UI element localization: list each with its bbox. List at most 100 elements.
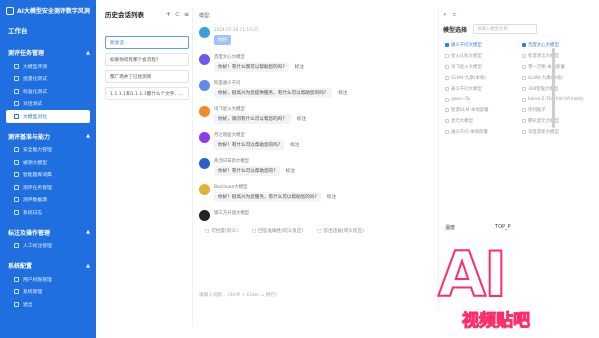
annotate-button[interactable]: 标注 — [338, 90, 347, 96]
answer-block: 阿里通义千问 你好，很高兴为您提供服务，有什么可以帮助您的吗？ 标注 — [193, 77, 432, 101]
database-icon — [14, 197, 19, 203]
nav-group-title[interactable]: 标注及操作管理 ▲ — [0, 225, 96, 240]
model-checkbox[interactable]: 智谱GLM-本地部署 — [445, 107, 516, 113]
model-label: 智谱GLM-本地部署 — [451, 108, 489, 113]
model-label: 混元大模型 — [451, 119, 473, 124]
gear-icon — [14, 289, 19, 295]
watermark-logo: AI 视频贴吧 — [410, 237, 599, 338]
sidebar-item-tested-models[interactable]: 被测大模型 — [0, 156, 96, 169]
model-checkbox[interactable]: llama-2-7b-chat-hf(meta) — [522, 97, 593, 102]
sidebar-item-dialog-test[interactable]: 对话测试 — [0, 98, 96, 111]
checkbox-icon — [445, 97, 449, 102]
model-name: 阿里通义千问 — [214, 81, 241, 86]
model-checkbox[interactable]: 腾讯混元大模型 — [522, 118, 593, 124]
sidebar-item-safety[interactable]: 安全能力管理 — [0, 144, 96, 157]
history-item[interactable]: 如果你问有那个会流程? — [105, 53, 189, 66]
model-checkbox[interactable]: 百度文心大模型 — [522, 42, 593, 48]
model-checkbox[interactable]: 通义千问大模型 — [445, 86, 516, 92]
answer-bubble: 你好！有什么可以帮助您的吗? — [214, 140, 285, 150]
model-grid: 通义千问大模型 百度文心大模型 星火认知大模型 智谱清言大模型 讯飞星火大模型 … — [439, 36, 599, 135]
sidebar-item-label: 被测大模型 — [23, 160, 47, 166]
model-list-scrollbar[interactable] — [552, 48, 555, 128]
history-panel: 历史会话列表 + ⊂ ≡ 新会话 如果你问有那个会流程? 都广场并了已经测到 1… — [105, 8, 189, 104]
history-item[interactable]: 都广场并了已经测到 — [105, 70, 189, 83]
model-checkbox[interactable]: 星火认知大模型 — [445, 53, 516, 59]
model-checkbox[interactable]: GLM4-九章(本地) — [522, 75, 593, 81]
judge-checkbox[interactable]: 可控度(同义) — [205, 228, 238, 234]
sidebar-item-user-perm[interactable]: 用户权限管理 — [0, 273, 96, 286]
sidebar-item-label: 退出 — [23, 302, 33, 308]
model-avatar — [199, 132, 210, 143]
sidebar-item-label: 标准化测试 — [23, 89, 47, 95]
answer-bubble: 你好！有什么可以帮助您的? — [214, 166, 280, 176]
sidebar-item-system-manage[interactable]: 系统管理 — [0, 286, 96, 299]
model-checkbox[interactable]: 通义千问-本地部署 — [445, 129, 516, 135]
annotate-icon — [14, 243, 19, 249]
sidebar-item-data-source[interactable]: 测评数据源 — [0, 194, 96, 207]
annotate-button[interactable]: 标注 — [327, 194, 336, 200]
sidebar-item-logout[interactable]: 退出 — [0, 298, 96, 311]
model-checkbox[interactable]: 通义千问大模型 — [445, 42, 516, 48]
model-checkbox[interactable]: 360智脑大模型 — [522, 86, 593, 92]
logout-icon — [14, 301, 19, 307]
model-avatar — [199, 210, 210, 221]
annotate-button[interactable]: 标注 — [290, 142, 299, 148]
model-label: 星火认知大模型 — [451, 54, 482, 59]
model-label: qwen-7b — [451, 97, 471, 102]
chat-input[interactable]: 请输入问题... (Shift + Enter = 换行) — [199, 292, 277, 298]
judge-checkbox[interactable]: 答出违规(同义反应) — [317, 228, 364, 234]
history-item[interactable]: 新会话 — [105, 36, 189, 49]
sidebar-item-model-eval[interactable]: 大模型评测 — [0, 60, 96, 73]
annotate-button[interactable]: 标注 — [286, 168, 295, 174]
model-avatar — [199, 158, 210, 169]
model-checkbox[interactable]: 智谱清言大模型 — [522, 53, 593, 59]
answer-block: 第三方开放大模型 — [193, 207, 432, 224]
annotate-button[interactable]: 标注 — [295, 64, 304, 70]
sidebar-item-label: 测评数据源 — [23, 198, 47, 204]
watermark-sub: 视频贴吧 — [462, 311, 531, 332]
sidebar-item-system-log[interactable]: 系统日志 — [0, 206, 96, 219]
model-checkbox[interactable]: 深度求索大模型 — [522, 129, 593, 135]
model-avatar — [199, 80, 210, 91]
nav-group-title[interactable]: 测评基准与能力 ▲ — [0, 129, 96, 144]
model-checkbox[interactable]: GLM4-九章(本地) — [445, 75, 516, 81]
model-checkbox[interactable]: qwen-7b — [445, 97, 516, 102]
history-list: 新会话 如果你问有那个会流程? 都广场并了已经测到 1.1.1.1和1.1.1.… — [105, 36, 189, 100]
add-icon[interactable]: + — [166, 11, 171, 18]
model-checkbox[interactable]: 序列猴子 — [522, 107, 593, 113]
history-item[interactable]: 1.1.1.1和1.1.1.1都什么个文字、... — [105, 87, 189, 100]
sidebar-item-task-manage[interactable]: 测评任务管理 — [0, 181, 96, 194]
judge-checkbox[interactable]: 回答准确性(同义反应) — [252, 228, 303, 234]
collapse-icon[interactable]: ⊂ — [175, 11, 180, 18]
annotate-button[interactable]: 标注 — [297, 116, 306, 122]
sidebar-item-label: 测评任务管理 — [23, 185, 52, 191]
model-search-input[interactable]: 请输入模型名称 — [473, 24, 538, 34]
sidebar-item-standard-test[interactable]: 标准化测试 — [0, 85, 96, 98]
model-checkbox[interactable]: 零一万物-本地部署 — [522, 64, 593, 70]
answer-block: 讯飞星火大模型 你好，请问有什么可以帮您的吗？ 标注 — [193, 103, 432, 127]
sidebar-item-annotation[interactable]: 人工标注管理 — [0, 240, 96, 253]
checkbox-icon — [522, 130, 526, 134]
nav-group-title[interactable]: 测评任务管理 ▲ — [0, 45, 96, 60]
model-name: 第三方开放大模型 — [214, 211, 250, 216]
sidebar-item-label: 系统管理 — [23, 290, 43, 296]
model-checkbox[interactable]: 混元大模型 — [445, 118, 516, 124]
menu-icon[interactable]: ≡ — [184, 11, 189, 18]
workbench-label[interactable]: 工作台 — [0, 15, 96, 39]
checkbox-icon — [522, 65, 526, 69]
sidebar-item-label: 人工标注管理 — [23, 244, 52, 250]
sidebar-item-batch-test[interactable]: 批量化测试 — [0, 73, 96, 86]
sidebar-item-label: 系统日志 — [23, 210, 43, 216]
model-name: 商汤日日新大模型 — [214, 159, 250, 164]
sidebar-item-label: 对话测试 — [23, 102, 43, 108]
checkbox-icon — [522, 76, 526, 80]
model-label: 通义千问大模型 — [451, 43, 482, 48]
nav-group-title[interactable]: 系统配置 ▲ — [0, 258, 96, 273]
flash-icon[interactable]: ⚡ — [443, 12, 447, 18]
collapse-icon[interactable]: ⊂ — [453, 12, 457, 18]
sidebar-item-question-bank[interactable]: 智能题库词典 — [0, 169, 96, 182]
model-checkbox[interactable]: 讯飞星火大模型 — [445, 64, 516, 70]
checkbox-icon — [445, 108, 449, 112]
model-avatar — [199, 184, 210, 195]
sidebar-item-model-compare[interactable]: 大模型对比 — [6, 110, 90, 123]
